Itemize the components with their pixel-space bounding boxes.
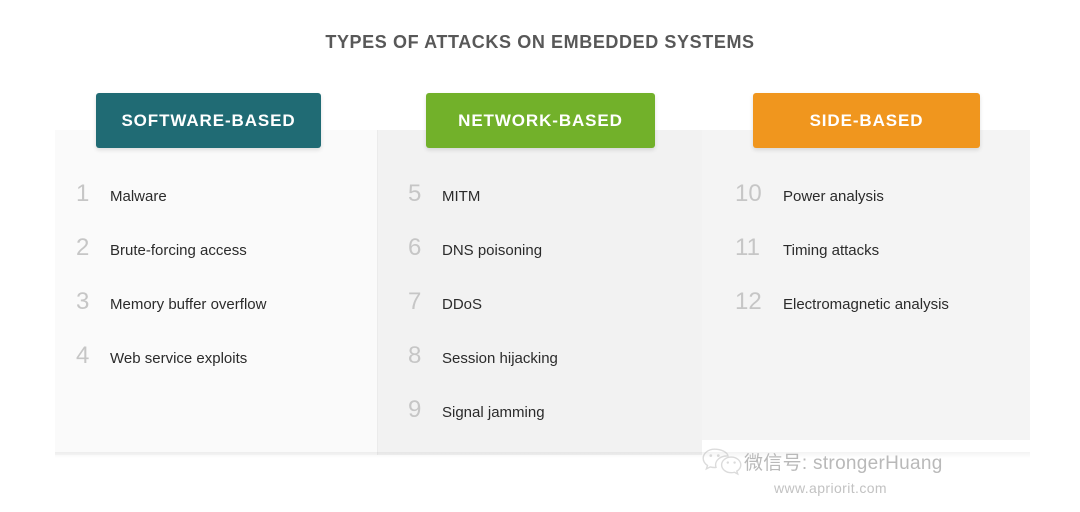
list-item: 6 DNS poisoning [408, 236, 558, 290]
list-item-number: 3 [76, 288, 90, 315]
list-item-label: Signal jamming [442, 404, 545, 421]
list-item-number: 7 [408, 288, 422, 315]
list-item-number: 1 [76, 180, 90, 207]
list-item-label: DNS poisoning [442, 242, 543, 259]
list-item-number: 5 [408, 180, 422, 207]
list-item-number: 11 [735, 234, 760, 261]
list-item: 2 Brute-forcing access [76, 236, 266, 290]
list-item-label: Electromagnetic analysis [783, 296, 949, 313]
list-item-number: 2 [76, 234, 90, 261]
category-header-network-based: NETWORK-BASED [426, 93, 655, 148]
list-item: 5 MITM [408, 182, 558, 236]
list-item: 8 Session hijacking [408, 344, 558, 398]
list-item-number: 8 [408, 342, 422, 369]
list-item: 4 Web service exploits [76, 344, 266, 398]
list-item: 9 Signal jamming [408, 398, 558, 452]
wechat-icon [700, 446, 744, 476]
list-item-label: MITM [442, 188, 481, 205]
infographic-root: TYPES OF ATTACKS ON EMBEDDED SYSTEMS SOF… [0, 0, 1080, 512]
category-header-software-based: SOFTWARE-BASED [96, 93, 321, 148]
list-item-label: Malware [110, 188, 167, 205]
list-item: 12 Electromagnetic analysis [735, 290, 949, 344]
watermark: 微信号: strongerHuang www.apriorit.com [700, 444, 1060, 506]
panel-divider [377, 130, 378, 455]
list-item-number: 10 [735, 180, 762, 207]
watermark-handle: 微信号: strongerHuang [744, 452, 943, 474]
list-item-label: Session hijacking [442, 350, 558, 367]
page-title: TYPES OF ATTACKS ON EMBEDDED SYSTEMS [325, 32, 755, 52]
list-item: 1 Malware [76, 182, 266, 236]
list-item: 3 Memory buffer overflow [76, 290, 266, 344]
category-header-side-based: SIDE-BASED [753, 93, 980, 148]
list-item-number: 12 [735, 288, 762, 315]
attack-list-network-based: 5 MITM 6 DNS poisoning 7 DDoS 8 Session … [408, 182, 558, 452]
watermark-url: www.apriorit.com [774, 480, 887, 496]
attack-list-software-based: 1 Malware 2 Brute-forcing access 3 Memor… [76, 182, 266, 398]
list-item-label: Web service exploits [110, 350, 248, 367]
list-item-label: Power analysis [783, 188, 884, 205]
list-item-label: Timing attacks [783, 242, 880, 259]
list-item-number: 6 [408, 234, 422, 261]
list-item-label: DDoS [442, 296, 483, 313]
list-item-label: Memory buffer overflow [110, 296, 267, 313]
list-item: 11 Timing attacks [735, 236, 949, 290]
list-item-label: Brute-forcing access [110, 242, 247, 259]
list-item-number: 4 [76, 342, 90, 369]
list-item: 10 Power analysis [735, 182, 949, 236]
list-item: 7 DDoS [408, 290, 558, 344]
list-item-number: 9 [408, 396, 422, 423]
attack-list-side-based: 10 Power analysis 11 Timing attacks 12 E… [735, 182, 949, 344]
watermark-handle-row: 微信号: strongerHuang [700, 444, 1060, 478]
